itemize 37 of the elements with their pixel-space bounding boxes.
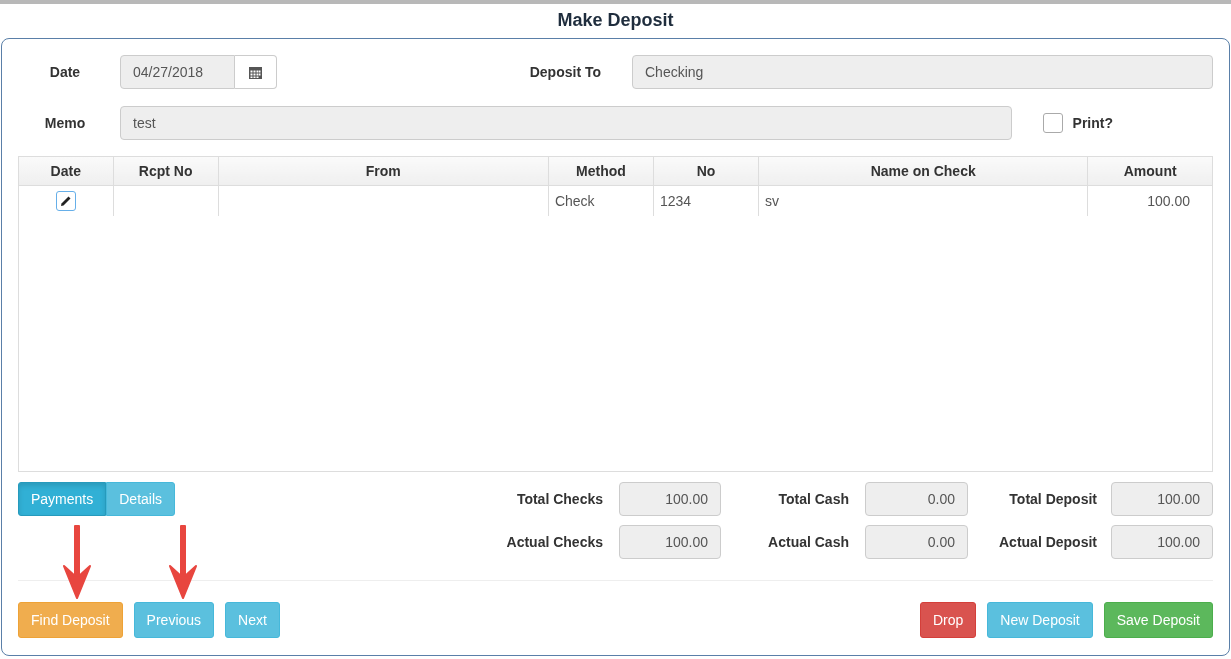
total-field[interactable]: 0.00	[865, 525, 968, 559]
column-header: Amount	[1087, 157, 1212, 186]
total-field[interactable]: 100.00	[619, 482, 721, 516]
column-header: Method	[548, 157, 654, 186]
total-field[interactable]: 0.00	[865, 482, 968, 516]
pencil-icon	[59, 195, 72, 207]
print-checkbox[interactable]	[1042, 113, 1063, 133]
column-header: From	[218, 157, 549, 186]
column-header: No	[653, 157, 759, 186]
table-cell: sv	[758, 185, 1088, 216]
total-label: Actual Checks	[505, 534, 604, 550]
deposit-to-field[interactable]: Checking	[632, 55, 1213, 89]
total-field[interactable]: 100.00	[1111, 482, 1213, 516]
total-label: Total Deposit	[1008, 491, 1098, 507]
total-field[interactable]: 100.00	[619, 525, 721, 559]
table-cell: 1234	[653, 185, 759, 216]
field-label: Deposit To	[529, 64, 601, 80]
column-header: Name on Check	[758, 157, 1088, 186]
date-field[interactable]: 04/27/2018	[120, 55, 235, 89]
edit-button[interactable]	[55, 191, 76, 211]
total-label: Total Checks	[515, 491, 604, 507]
column-header: Date	[19, 157, 114, 186]
total-label: Actual Cash	[767, 534, 850, 550]
total-label: Actual Deposit	[998, 534, 1098, 550]
column-header: Rcpt No	[113, 157, 219, 186]
checkbox-label: Print?	[1072, 115, 1113, 131]
memo-field[interactable]: test	[120, 106, 1012, 140]
field-label: Memo	[43, 115, 87, 131]
total-label: Total Cash	[777, 491, 850, 507]
total-field[interactable]: 100.00	[1111, 525, 1213, 559]
calendar-icon	[249, 65, 262, 79]
field-label: Date	[48, 64, 82, 80]
table-cell: Check	[548, 185, 654, 216]
dialog-title: Make Deposit	[556, 9, 675, 32]
button[interactable]: Drop	[920, 602, 977, 638]
calendar-button[interactable]	[235, 55, 277, 89]
table-cell: 100.00	[1087, 185, 1212, 216]
